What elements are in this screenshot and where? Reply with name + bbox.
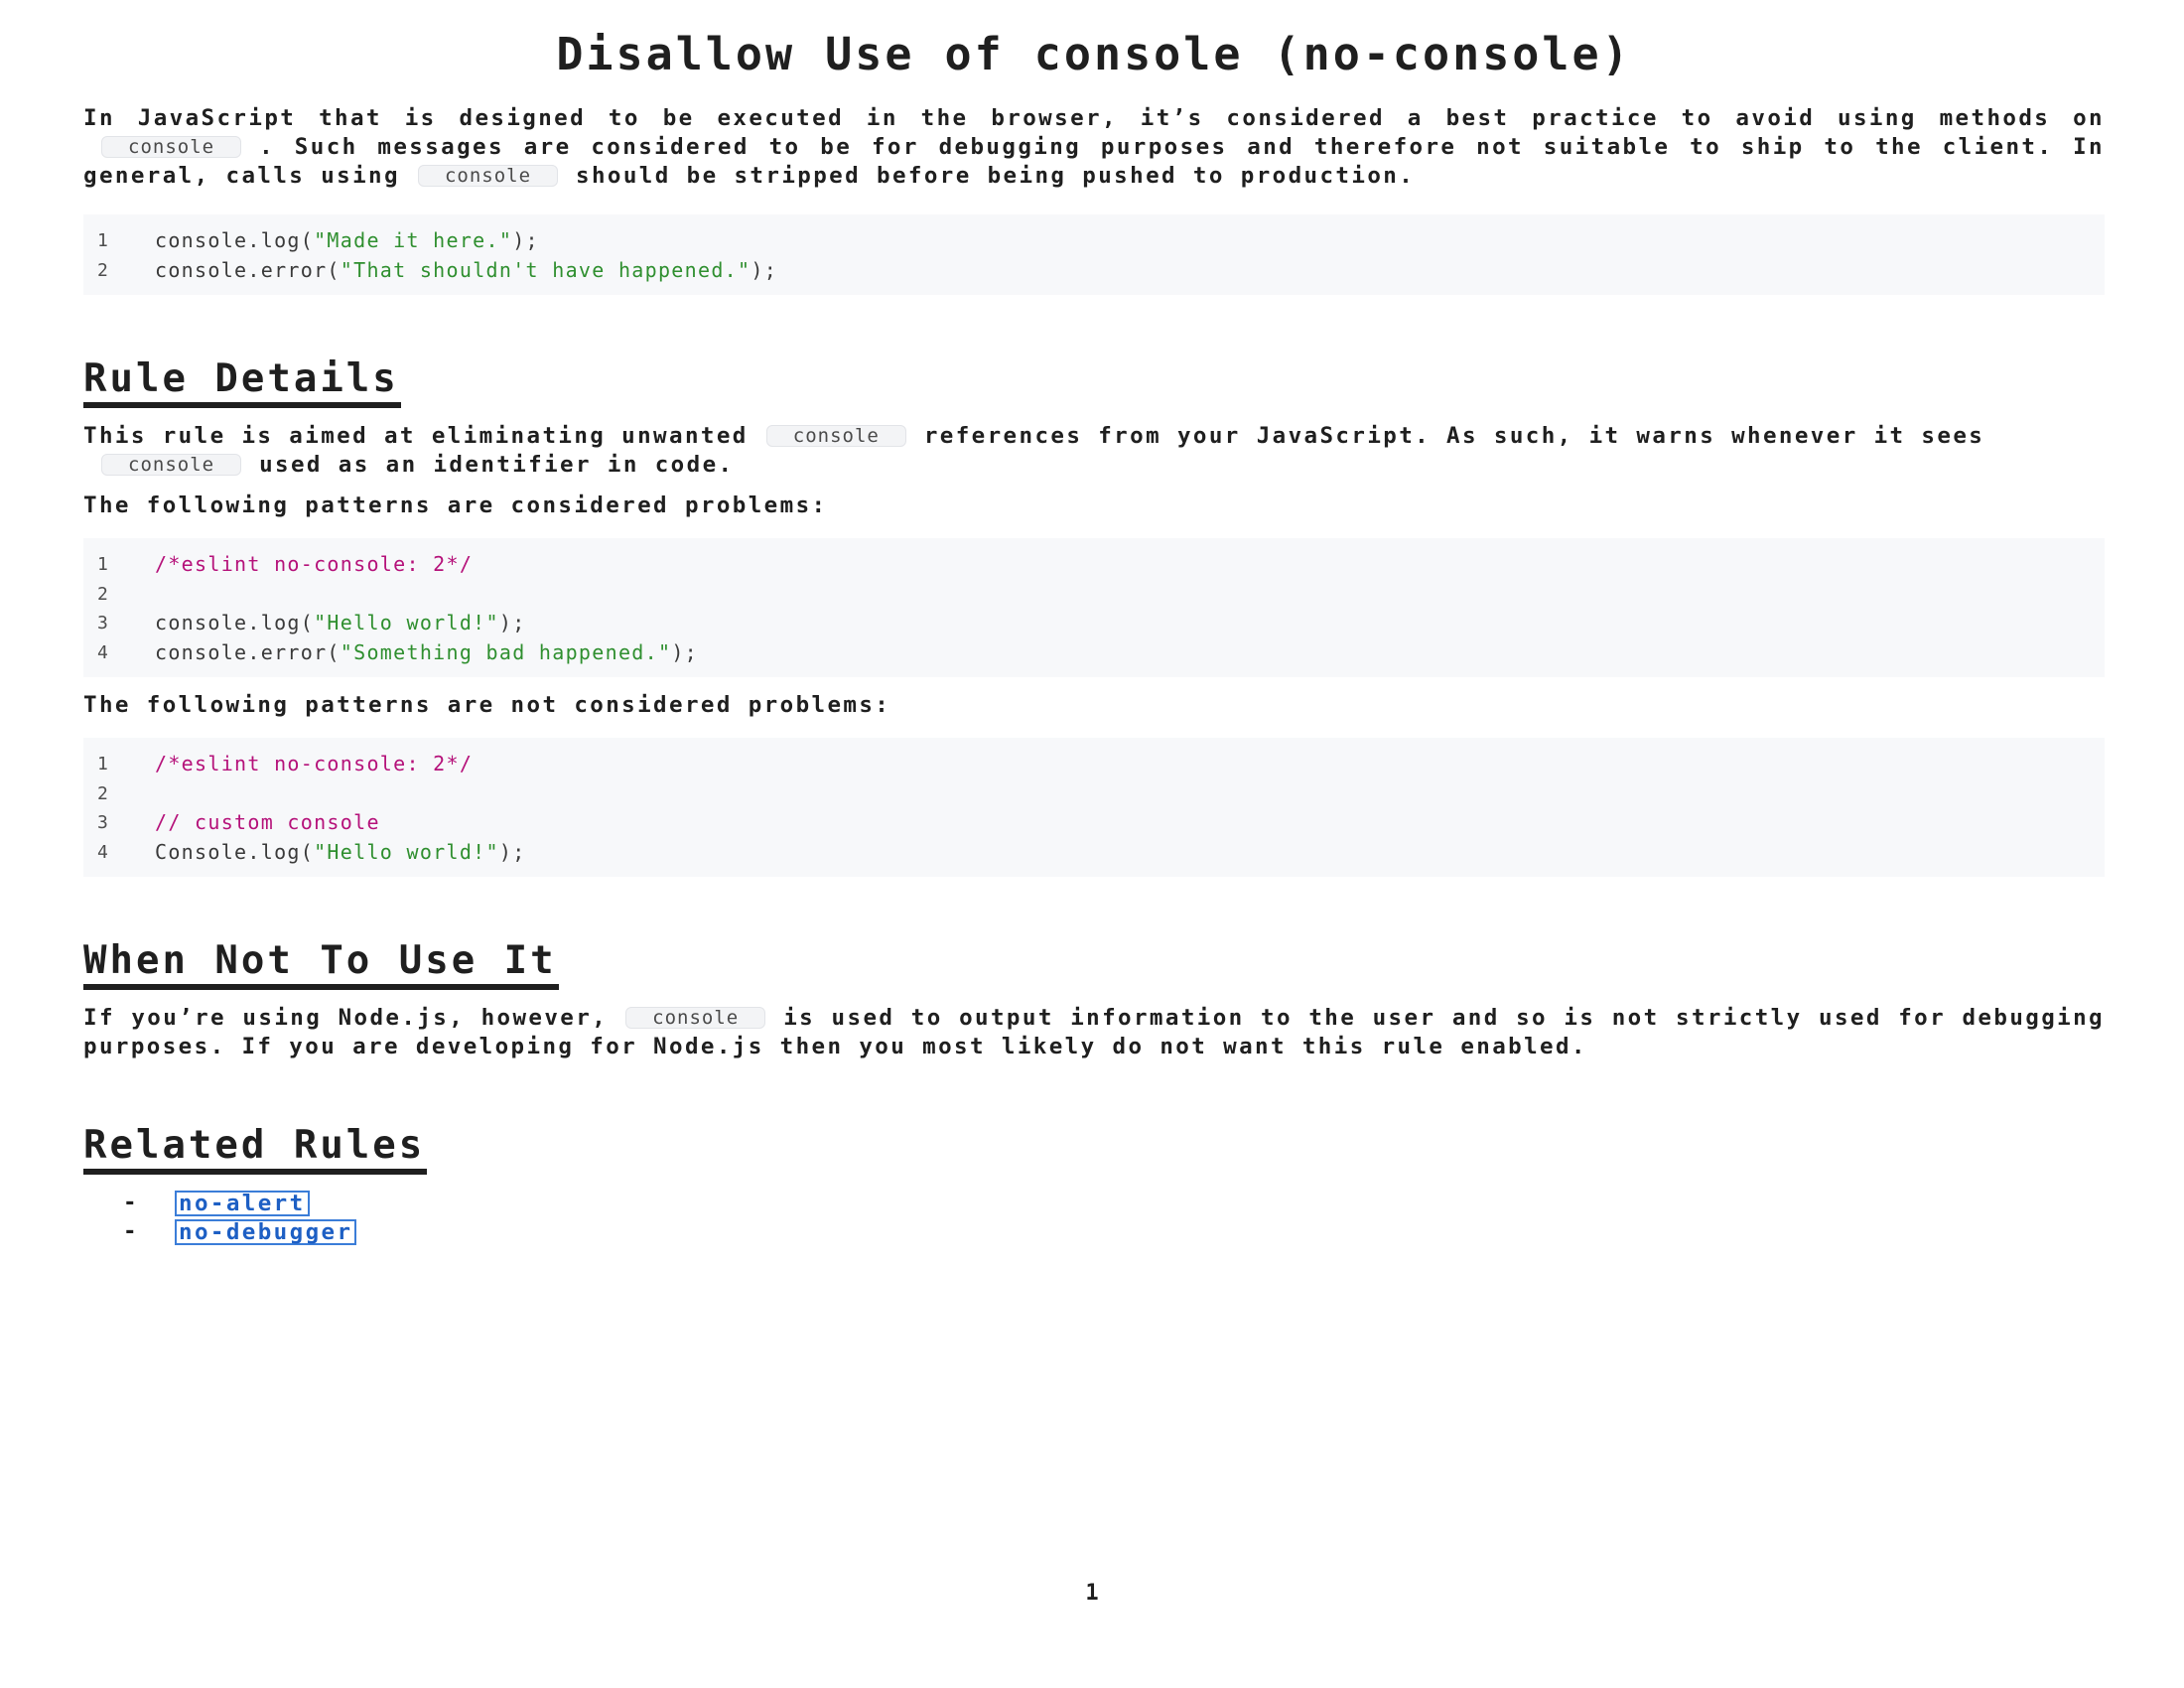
- section-heading-when-not-to-use: When Not To Use It: [83, 938, 559, 990]
- code-line: 1 /*eslint no-console: 2*/: [83, 750, 2105, 779]
- inline-code-console: console: [417, 165, 559, 187]
- code-string: "Made it here.": [314, 228, 513, 252]
- line-number: 4: [97, 641, 110, 663]
- code-string: "That shouldn't have happened.": [340, 257, 751, 282]
- problems-label: The following patterns are considered pr…: [83, 492, 828, 518]
- when-not-paragraph: If you’re using Node.js, however, console…: [83, 1004, 2105, 1061]
- inline-code-console: console: [765, 425, 906, 447]
- code-text: );: [498, 839, 526, 864]
- line-number: 2: [97, 259, 110, 281]
- code-text: );: [512, 228, 539, 252]
- code-string: "Hello world!": [314, 611, 499, 634]
- link-no-alert[interactable]: no-alert: [175, 1190, 310, 1216]
- document-page: Disallow Use of console (no-console) In …: [83, 0, 2105, 1246]
- page-number: 1: [1085, 1581, 1099, 1606]
- section-heading-rule-details: Rule Details: [83, 356, 401, 408]
- code-comment: /*eslint no-console: 2*/: [155, 552, 474, 576]
- code-line: 2: [83, 580, 2105, 610]
- code-text: );: [751, 257, 778, 282]
- code-line: 3 console.log("Hello world!");: [83, 609, 2105, 638]
- code-line: 2: [83, 779, 2105, 809]
- line-number: 4: [97, 841, 110, 863]
- code-comment: /*eslint no-console: 2*/: [155, 752, 474, 775]
- not-problems-code-block: 1 /*eslint no-console: 2*/ 2 3 // custom c…: [83, 738, 2105, 877]
- code-text: console.log(: [155, 228, 315, 252]
- problems-code-block: 1 /*eslint no-console: 2*/ 2 3 console.log…: [83, 538, 2105, 677]
- inline-code-console: console: [101, 454, 242, 476]
- when-not-text-1: If you’re using Node.js, however,: [83, 1005, 609, 1031]
- intro-code-block: 1 console.log("Made it here."); 2 console.…: [83, 214, 2105, 295]
- line-number: 1: [97, 554, 110, 575]
- rule-text-2: references from your JavaScript. As such…: [923, 423, 1985, 449]
- intro-text-1: In JavaScript that is designed to be exe…: [83, 105, 2105, 131]
- line-number: 3: [97, 613, 110, 633]
- line-number: 1: [97, 230, 110, 251]
- code-text: console.error(: [155, 639, 341, 664]
- code-text: console.log(: [155, 611, 315, 634]
- code-string: "Hello world!": [314, 839, 499, 864]
- code-text: console.error(: [155, 257, 341, 282]
- code-text: );: [498, 611, 526, 634]
- bullet-dash: -: [123, 1218, 139, 1244]
- code-line: 4 console.error("Something bad happened."…: [83, 638, 2105, 668]
- line-number: 1: [97, 754, 110, 774]
- code-line: 3 // custom console: [83, 808, 2105, 838]
- not-problems-label: The following patterns are not considere…: [83, 692, 891, 718]
- list-item: - no-debugger: [83, 1217, 2105, 1246]
- code-line: 1 /*eslint no-console: 2*/: [83, 550, 2105, 580]
- code-text: Console.log(: [155, 839, 315, 864]
- section-heading-related-rules: Related Rules: [83, 1123, 428, 1175]
- bullet-dash: -: [123, 1190, 139, 1215]
- line-number: 2: [97, 782, 110, 804]
- code-line: 4 Console.log("Hello world!");: [83, 838, 2105, 868]
- intro-text-3: should be stripped before being pushed t…: [576, 163, 1416, 189]
- inline-code-console: console: [625, 1007, 766, 1029]
- code-text: );: [671, 639, 698, 664]
- line-number: 2: [97, 583, 110, 605]
- rule-text-1: This rule is aimed at eliminating unwant…: [83, 423, 749, 449]
- code-line: 2 console.error("That shouldn't have happ…: [83, 256, 2105, 286]
- code-string: "Something bad happened.": [340, 639, 672, 664]
- list-item: - no-alert: [83, 1189, 2105, 1217]
- intro-paragraph: In JavaScript that is designed to be exe…: [83, 104, 2105, 191]
- related-rules-list: - no-alert - no-debugger: [83, 1189, 2105, 1246]
- rule-details-paragraph: This rule is aimed at eliminating unwant…: [83, 422, 2105, 480]
- inline-code-console: console: [101, 136, 242, 158]
- line-number: 3: [97, 812, 110, 833]
- code-comment: // custom console: [155, 810, 380, 834]
- page-title: Disallow Use of console (no-console): [556, 28, 1632, 80]
- code-line: 1 console.log("Made it here.");: [83, 226, 2105, 256]
- link-no-debugger[interactable]: no-debugger: [175, 1218, 357, 1245]
- rule-text-3: used as an identifier in code.: [259, 452, 735, 478]
